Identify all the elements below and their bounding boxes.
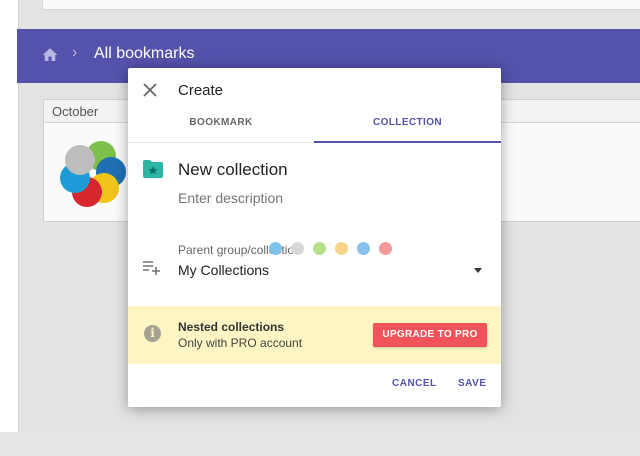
upgrade-to-pro-button[interactable]: UPGRADE TO PRO	[373, 323, 487, 347]
tab-bookmark[interactable]: BOOKMARK	[128, 108, 314, 142]
color-picker	[269, 242, 399, 256]
color-dot[interactable]	[313, 242, 326, 255]
breadcrumb-separator: ›	[72, 44, 78, 61]
color-dot[interactable]	[379, 242, 392, 255]
save-button[interactable]: SAVE	[458, 378, 487, 389]
top-card-edge	[42, 0, 640, 10]
cancel-button[interactable]: CANCEL	[392, 378, 437, 389]
collection-name-input[interactable]	[178, 160, 478, 180]
dialog-title: Create	[178, 82, 224, 99]
card-label: October	[52, 104, 99, 119]
color-dot[interactable]	[357, 242, 370, 255]
description-input[interactable]	[178, 190, 478, 206]
create-dialog: Create BOOKMARK COLLECTION Parent group/…	[128, 68, 501, 407]
promo-subtitle: Only with PRO account	[178, 336, 303, 350]
color-dot[interactable]	[291, 242, 304, 255]
promo-title: Nested collections	[178, 320, 285, 334]
tab-bar: BOOKMARK COLLECTION	[128, 108, 501, 143]
flower-logo-icon	[60, 141, 126, 207]
color-dot[interactable]	[269, 242, 282, 255]
close-icon[interactable]	[142, 82, 158, 98]
pro-promo-banner: i Nested collections Only with PRO accou…	[128, 306, 501, 364]
parent-collection-select[interactable]: My Collections	[178, 261, 486, 281]
folder-star-icon	[143, 160, 163, 178]
tab-collection[interactable]: COLLECTION	[314, 108, 501, 143]
home-icon[interactable]	[41, 46, 59, 64]
parent-collection-value: My Collections	[178, 262, 270, 278]
dialog-actions: CANCEL SAVE	[128, 364, 501, 407]
bottom-strip	[0, 432, 640, 456]
page-title: All bookmarks	[94, 45, 195, 62]
info-icon: i	[144, 325, 161, 342]
caret-down-icon	[474, 268, 482, 273]
playlist-add-icon	[143, 261, 160, 275]
color-dot[interactable]	[335, 242, 348, 255]
